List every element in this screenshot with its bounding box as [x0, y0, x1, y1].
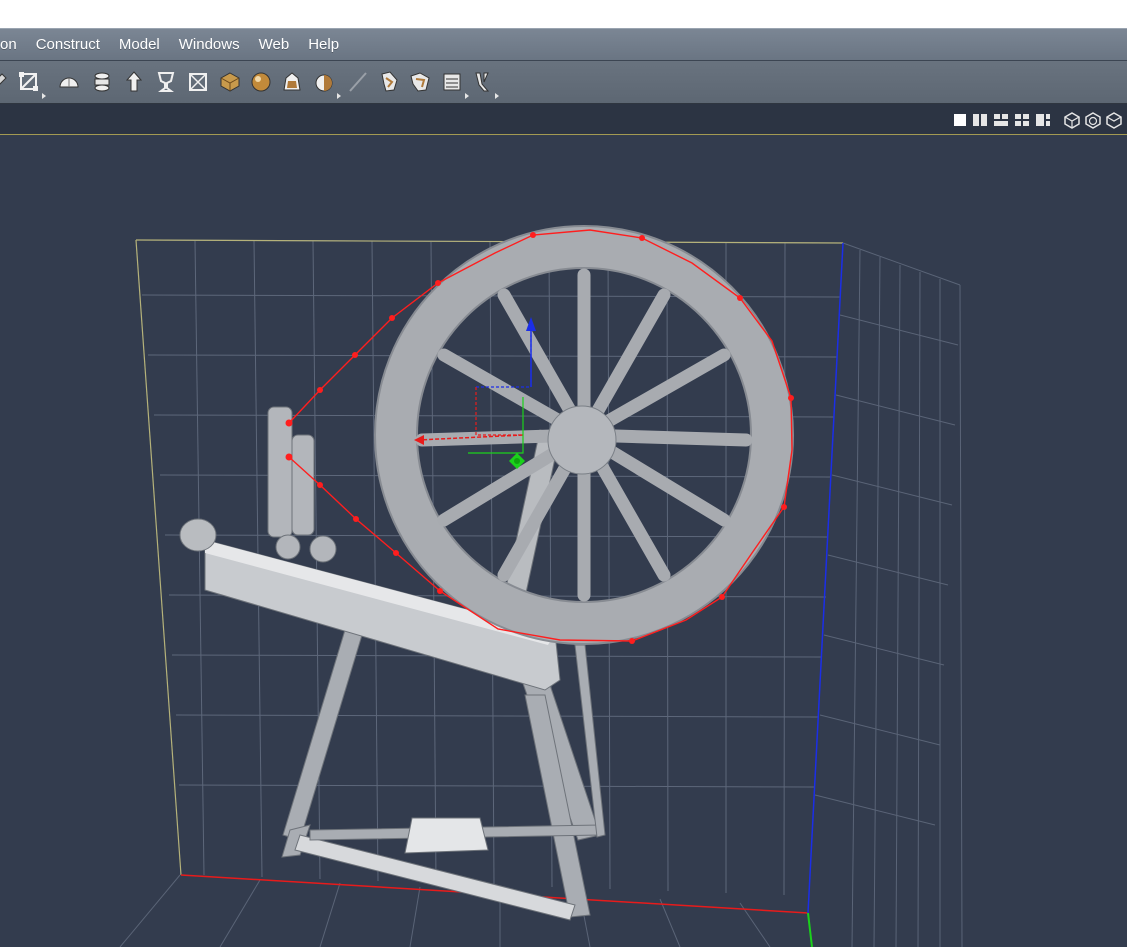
lathe-icon[interactable]	[90, 70, 114, 94]
perspective-viewport[interactable]	[0, 135, 1127, 947]
bag-icon[interactable]	[280, 70, 304, 94]
shaded-icon[interactable]	[1084, 111, 1102, 129]
menu-windows[interactable]: Windows	[169, 36, 249, 53]
goblet-icon[interactable]	[154, 70, 178, 94]
three-view-icon[interactable]	[993, 113, 1009, 127]
single-view-icon[interactable]	[953, 113, 967, 127]
knife-icon[interactable]	[346, 70, 370, 94]
spinning-wheel-model[interactable]	[179, 225, 794, 921]
menu-ion[interactable]: on	[0, 36, 26, 53]
left-edge	[135, 239, 182, 876]
shaded-cube-icon[interactable]	[218, 70, 242, 94]
y-axis-line	[807, 912, 813, 947]
menu-construct[interactable]: Construct	[26, 36, 109, 53]
half-dome-icon[interactable]	[57, 70, 81, 94]
four-view-icon[interactable]	[1014, 113, 1030, 127]
scene-canvas	[119, 225, 963, 947]
half-sphere-icon[interactable]	[312, 70, 341, 99]
taper-icon[interactable]	[470, 70, 499, 99]
stretch-icon[interactable]	[440, 70, 469, 99]
bend-icon[interactable]	[408, 70, 432, 94]
sphere-icon[interactable]	[249, 70, 273, 94]
menu-help[interactable]: Help	[298, 36, 348, 53]
z-axis-line	[807, 242, 844, 914]
twist-icon[interactable]	[377, 70, 401, 94]
arrow-extrude-icon[interactable]	[122, 70, 146, 94]
view-options-bar	[0, 104, 1127, 135]
menu-bar: on Construct Model Windows Web Help	[0, 28, 1127, 61]
wireframe-icon[interactable]	[1063, 111, 1081, 129]
menu-model[interactable]: Model	[109, 36, 169, 53]
scale-icon[interactable]	[17, 70, 46, 99]
two-view-icon[interactable]	[972, 113, 988, 127]
menu-web[interactable]: Web	[249, 36, 299, 53]
partial-tool-icon[interactable]	[0, 70, 10, 94]
render-preview-icon[interactable]	[1105, 111, 1123, 129]
boxed-x-icon[interactable]	[186, 70, 210, 94]
custom-layout-icon[interactable]	[1035, 113, 1051, 127]
modeling-toolbar	[0, 61, 1127, 104]
top-edge	[135, 239, 844, 244]
